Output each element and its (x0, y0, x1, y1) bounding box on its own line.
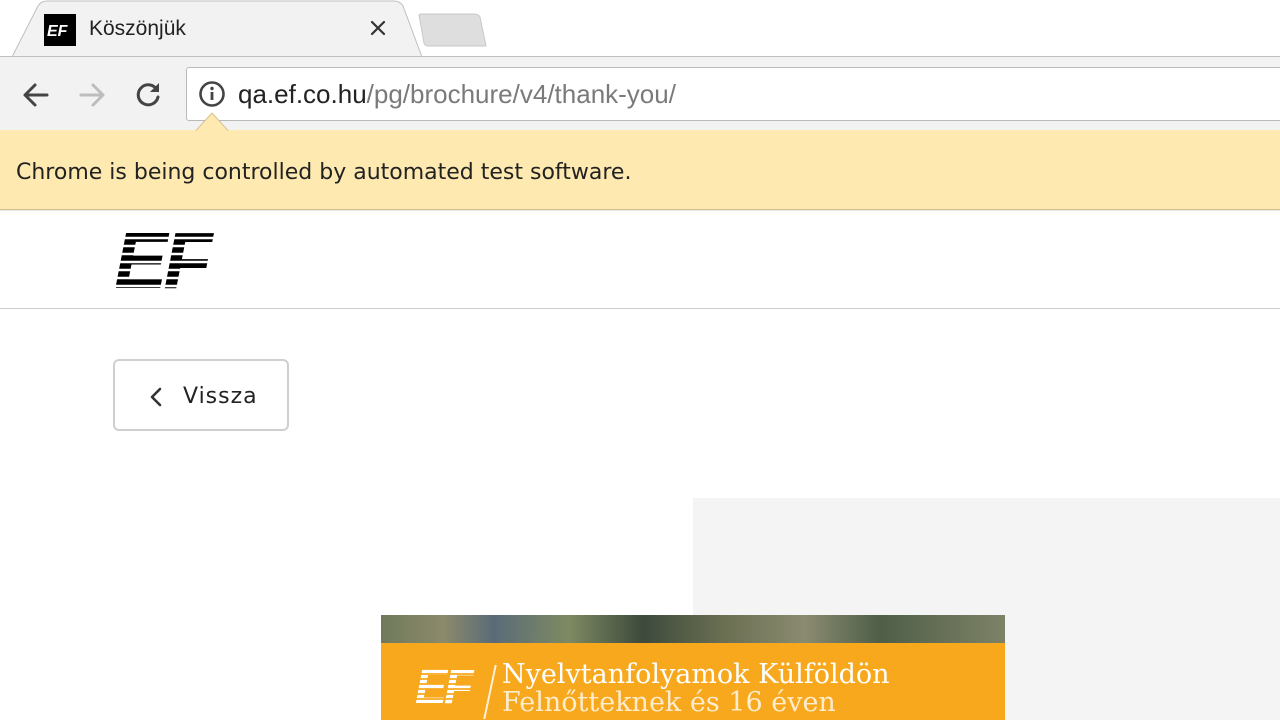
site-header: EF (0, 211, 1280, 309)
forward-nav-button[interactable] (72, 75, 112, 115)
ef-logo-icon: EF (44, 14, 76, 46)
reload-button[interactable] (128, 75, 168, 115)
chevron-left-icon (150, 387, 162, 407)
arrow-right-icon (79, 83, 105, 107)
info-icon[interactable] (197, 79, 227, 109)
brochure-photo (381, 615, 1005, 643)
new-tab-button[interactable] (416, 13, 488, 47)
browser-toolbar: qa.ef.co.hu/pg/brochure/v4/thank-you/ (0, 56, 1280, 131)
brochure-cover-image: EF Nyelvtanfolyamok Külföldön Felnőttekn… (381, 615, 1005, 720)
close-tab-icon[interactable] (366, 16, 390, 40)
infobar-message: Chrome is being controlled by automated … (16, 160, 632, 185)
svg-text:EF: EF (116, 224, 214, 292)
svg-text:EF: EF (47, 23, 69, 39)
back-button-label: Vissza (183, 384, 258, 409)
tab-title: Köszönjük (89, 17, 186, 40)
back-nav-button[interactable] (16, 75, 56, 115)
brochure-ef-logo: EF (415, 663, 485, 707)
infobar-pointer (196, 112, 228, 131)
arrow-left-icon (23, 83, 49, 107)
automation-infobar: Chrome is being controlled by automated … (0, 112, 1280, 210)
tab-active[interactable]: EF Köszönjük (12, 0, 422, 57)
back-button[interactable]: Vissza (113, 359, 289, 431)
address-bar[interactable]: qa.ef.co.hu/pg/brochure/v4/thank-you/ (186, 67, 1280, 121)
url-host: qa.ef.co.hu (238, 79, 367, 109)
brochure-subtitle: Felnőtteknek és 16 éven (502, 687, 836, 718)
url-path: /pg/brochure/v4/thank-you/ (366, 79, 676, 109)
tab-strip: EF Köszönjük (0, 0, 1280, 57)
ef-logo[interactable]: EF (116, 224, 236, 292)
url-text[interactable]: qa.ef.co.hu/pg/brochure/v4/thank-you/ (238, 77, 676, 111)
reload-icon (136, 83, 160, 107)
